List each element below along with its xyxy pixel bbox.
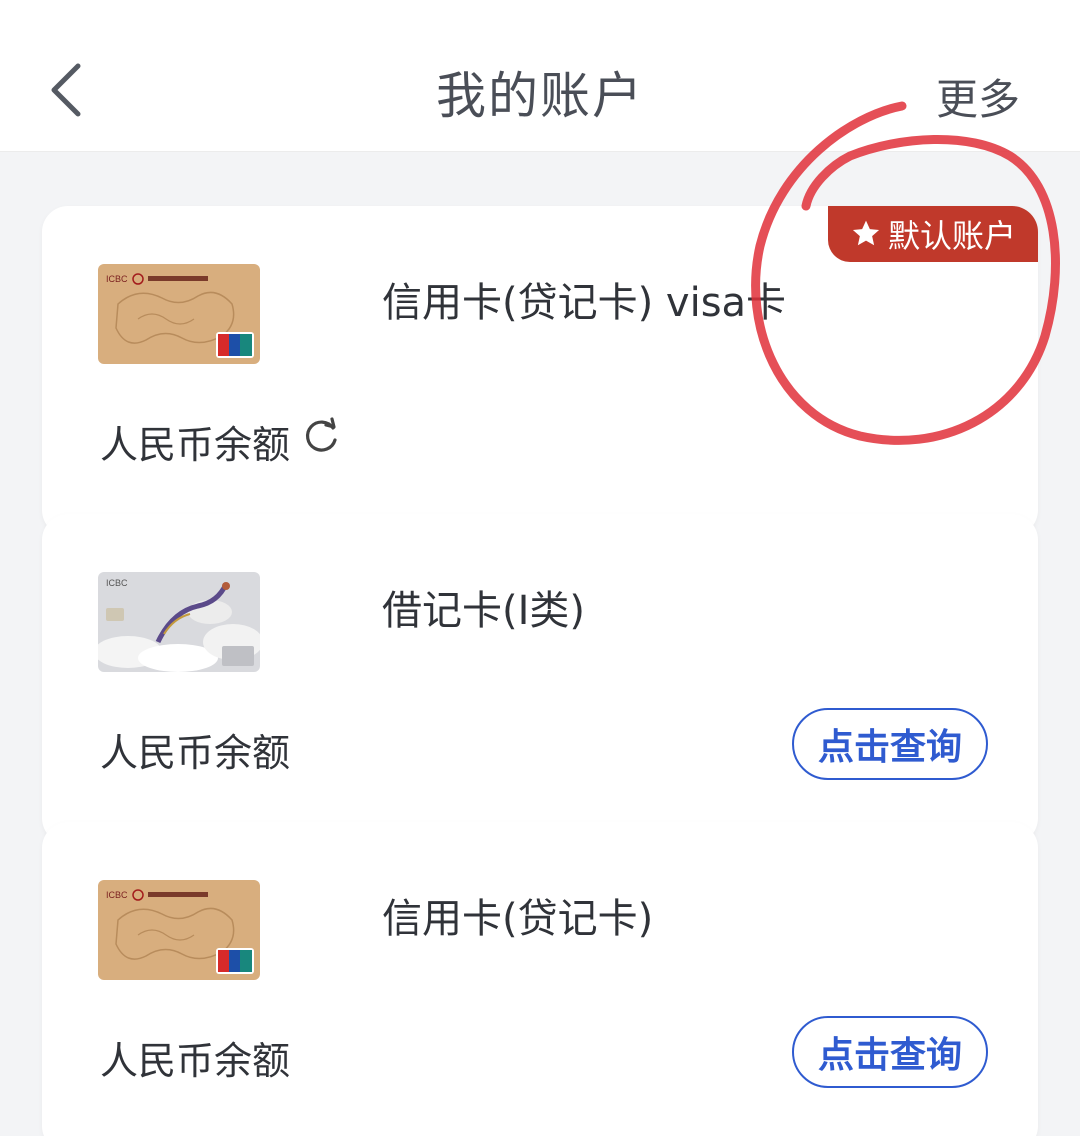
account-card[interactable]: 默认账户 ICBC 信用卡(贷记卡) visa卡 人民币余额 [42,206,1038,536]
account-name: 借记卡(I类) [382,588,586,634]
page-title: 我的账户 [436,67,644,125]
account-card[interactable]: ICBC 信用卡(贷记卡) 人民币余额 点击查询 [42,822,1038,1136]
svg-text:ICBC: ICBC [106,578,128,588]
balance-label: 人民币余额 [100,423,291,467]
default-account-badge: 默认账户 [828,206,1038,262]
svg-text:ICBC: ICBC [106,890,128,900]
top-bar: 我的账户 更多 [0,0,1080,152]
card-image: ICBC [98,572,260,672]
badge-label: 默认账户 [887,217,1016,255]
account-name: 信用卡(贷记卡) [382,896,654,942]
more-button[interactable]: 更多 [936,66,1020,127]
account-card[interactable]: ICBC 借记卡(I类) 人民币余额 点击查询 [42,514,1038,844]
svg-text:ICBC: ICBC [106,274,128,284]
card-image: ICBC [98,880,260,980]
star-icon [852,220,880,246]
account-name: 信用卡(贷记卡) visa卡 [382,280,787,326]
query-balance-button[interactable]: 点击查询 [792,708,988,780]
refresh-icon[interactable] [302,416,342,456]
balance-label: 人民币余额 [100,731,291,775]
balance-label: 人民币余额 [100,1039,291,1083]
query-balance-button[interactable]: 点击查询 [792,1016,988,1088]
card-image: ICBC [98,264,260,364]
